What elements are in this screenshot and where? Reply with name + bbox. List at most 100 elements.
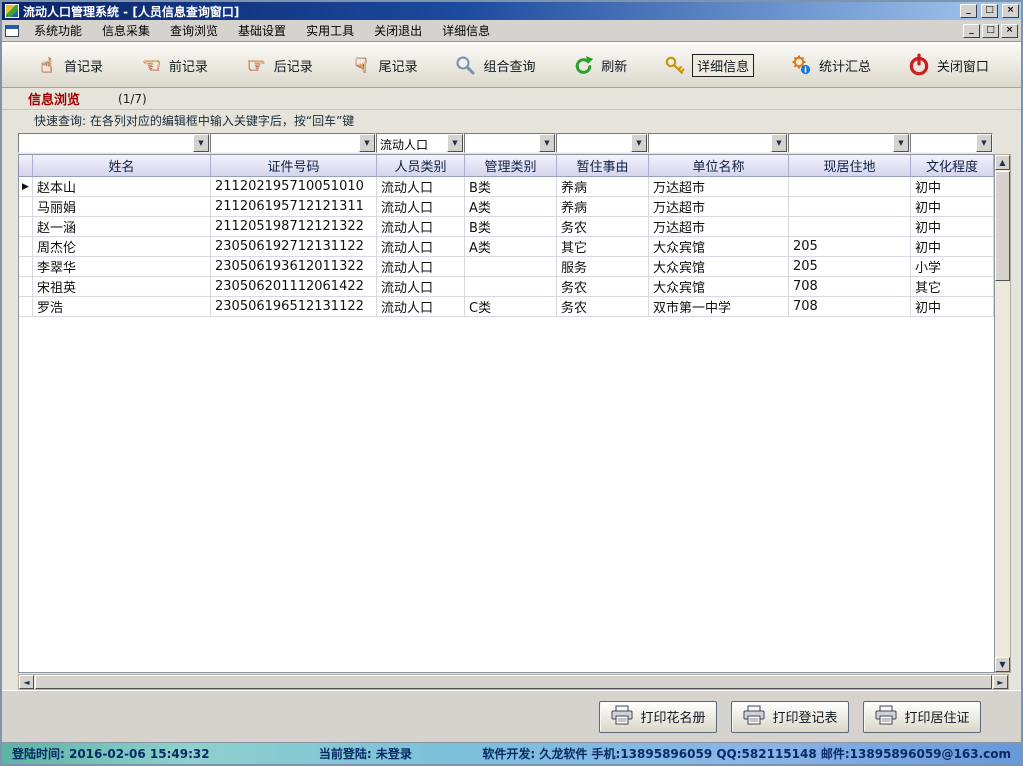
table-cell[interactable]: 赵一涵 [33, 217, 211, 237]
horizontal-scroll-thumb[interactable] [35, 675, 992, 689]
column-header-id-number[interactable]: 证件号码 [211, 155, 377, 177]
column-header-education[interactable]: 文化程度 [911, 155, 994, 177]
chevron-down-icon[interactable]: ▼ [976, 134, 992, 152]
menu-item-collect[interactable]: 信息采集 [93, 19, 159, 42]
print-residence-permit-button[interactable]: 打印居住证 [863, 701, 981, 733]
table-cell[interactable]: 230506201112061422 [211, 277, 377, 297]
table-cell[interactable]: B类 [465, 177, 557, 197]
table-cell[interactable]: 万达超市 [649, 197, 789, 217]
table-cell[interactable]: 流动人口 [377, 197, 465, 217]
filter-combo-id-number[interactable]: ▼ [210, 133, 376, 153]
table-cell[interactable]: 708 [789, 277, 911, 297]
menu-item-settings[interactable]: 基础设置 [229, 19, 295, 42]
menu-item-query[interactable]: 查询浏览 [161, 19, 227, 42]
table-row[interactable]: 马丽娟211206195712121311流动人口A类养病万达超市 初中 [19, 197, 994, 217]
column-header-reason[interactable]: 暂住事由 [557, 155, 649, 177]
mdi-restore-button[interactable]: □ [982, 24, 999, 38]
table-cell[interactable]: 230506193612011322 [211, 257, 377, 277]
combined-query-button[interactable]: 组合查询 [447, 49, 541, 81]
column-header-person-type[interactable]: 人员类别 [377, 155, 465, 177]
table-row[interactable]: 罗浩230506196512131122流动人口C类务农双市第一中学708初中 [19, 297, 994, 317]
table-row[interactable]: 赵一涵211205198712121322流动人口B类务农万达超市 初中 [19, 217, 994, 237]
table-cell[interactable]: 大众宾馆 [649, 257, 789, 277]
horizontal-scrollbar[interactable]: ◄ ► [18, 674, 1009, 690]
table-cell[interactable]: 其它 [557, 237, 649, 257]
filter-combo-education[interactable]: ▼ [910, 133, 993, 153]
table-cell[interactable] [789, 197, 911, 217]
table-cell[interactable]: 211202195710051010 [211, 177, 377, 197]
chevron-down-icon[interactable]: ▼ [631, 134, 647, 152]
refresh-button[interactable]: 刷新 [565, 49, 633, 81]
table-cell[interactable]: 211206195712121311 [211, 197, 377, 217]
table-cell[interactable]: 务农 [557, 297, 649, 317]
table-cell[interactable]: 211205198712121322 [211, 217, 377, 237]
table-cell[interactable]: 230506192712131122 [211, 237, 377, 257]
table-cell[interactable]: 初中 [911, 177, 994, 197]
menu-item-tools[interactable]: 实用工具 [297, 19, 363, 42]
prev-record-button[interactable]: ☜ 前记录 [133, 49, 214, 81]
table-cell[interactable]: 万达超市 [649, 177, 789, 197]
table-cell[interactable] [465, 277, 557, 297]
table-cell[interactable]: 养病 [557, 197, 649, 217]
maximize-button[interactable]: □ [981, 4, 998, 18]
last-record-button[interactable]: ☟ 尾记录 [343, 49, 424, 81]
table-cell[interactable]: 务农 [557, 277, 649, 297]
chevron-down-icon[interactable]: ▼ [539, 134, 555, 152]
detail-info-button[interactable]: 详细信息 [657, 49, 759, 81]
table-cell[interactable] [789, 177, 911, 197]
vertical-scroll-thumb[interactable] [995, 171, 1010, 281]
table-cell[interactable]: 赵本山 [33, 177, 211, 197]
minimize-button[interactable]: _ [960, 4, 977, 18]
scroll-left-icon[interactable]: ◄ [19, 675, 34, 689]
tab-info-browse[interactable]: 信息浏览 [28, 89, 80, 108]
filter-combo-unit[interactable]: ▼ [648, 133, 788, 153]
menu-item-system[interactable]: 系统功能 [25, 19, 91, 42]
table-cell[interactable]: 李翠华 [33, 257, 211, 277]
column-header-unit[interactable]: 单位名称 [649, 155, 789, 177]
table-cell[interactable]: A类 [465, 237, 557, 257]
statistics-button[interactable]: i 统计汇总 [783, 49, 877, 81]
menu-item-exit[interactable]: 关闭退出 [365, 19, 431, 42]
mdi-close-button[interactable]: × [1001, 24, 1018, 38]
table-row[interactable]: 李翠华230506193612011322流动人口服务大众宾馆205小学 [19, 257, 994, 277]
table-cell[interactable]: 罗浩 [33, 297, 211, 317]
table-cell[interactable]: 周杰伦 [33, 237, 211, 257]
table-cell[interactable]: 流动人口 [377, 217, 465, 237]
table-cell[interactable]: 205 [789, 257, 911, 277]
table-cell[interactable]: 马丽娟 [33, 197, 211, 217]
table-cell[interactable]: 205 [789, 237, 911, 257]
table-cell[interactable]: 流动人口 [377, 237, 465, 257]
table-cell[interactable]: 初中 [911, 297, 994, 317]
table-cell[interactable]: 708 [789, 297, 911, 317]
table-cell[interactable]: 万达超市 [649, 217, 789, 237]
print-registration-button[interactable]: 打印登记表 [731, 701, 849, 733]
chevron-down-icon[interactable]: ▼ [447, 134, 463, 152]
table-row[interactable]: 宋祖英230506201112061422流动人口务农大众宾馆708其它 [19, 277, 994, 297]
scroll-up-icon[interactable]: ▲ [995, 155, 1010, 170]
table-cell[interactable] [789, 217, 911, 237]
table-cell[interactable]: A类 [465, 197, 557, 217]
table-cell[interactable]: 双市第一中学 [649, 297, 789, 317]
table-cell[interactable]: 流动人口 [377, 297, 465, 317]
table-cell[interactable]: 流动人口 [377, 257, 465, 277]
table-cell[interactable]: 230506196512131122 [211, 297, 377, 317]
table-cell[interactable]: 其它 [911, 277, 994, 297]
table-cell[interactable]: B类 [465, 217, 557, 237]
column-header-manage-type[interactable]: 管理类别 [465, 155, 557, 177]
vertical-scrollbar[interactable]: ▲ ▼ [995, 154, 1011, 673]
table-row[interactable]: ▶赵本山211202195710051010流动人口B类养病万达超市初中 [19, 177, 994, 197]
table-cell[interactable]: 大众宾馆 [649, 237, 789, 257]
first-record-button[interactable]: ☝ 首记录 [28, 49, 109, 81]
chevron-down-icon[interactable]: ▼ [771, 134, 787, 152]
filter-combo-residence[interactable]: ▼ [788, 133, 910, 153]
menu-item-details[interactable]: 详细信息 [433, 19, 499, 42]
close-window-button[interactable]: 关闭窗口 [901, 49, 995, 81]
print-roster-button[interactable]: 打印花名册 [599, 701, 717, 733]
table-cell[interactable]: 初中 [911, 197, 994, 217]
table-cell[interactable]: 初中 [911, 237, 994, 257]
child-window-icon[interactable] [5, 25, 19, 37]
filter-combo-person-type[interactable]: 流动人口▼ [376, 133, 464, 153]
table-cell[interactable]: 初中 [911, 217, 994, 237]
table-cell[interactable]: 务农 [557, 217, 649, 237]
column-header-name[interactable]: 姓名 [33, 155, 211, 177]
